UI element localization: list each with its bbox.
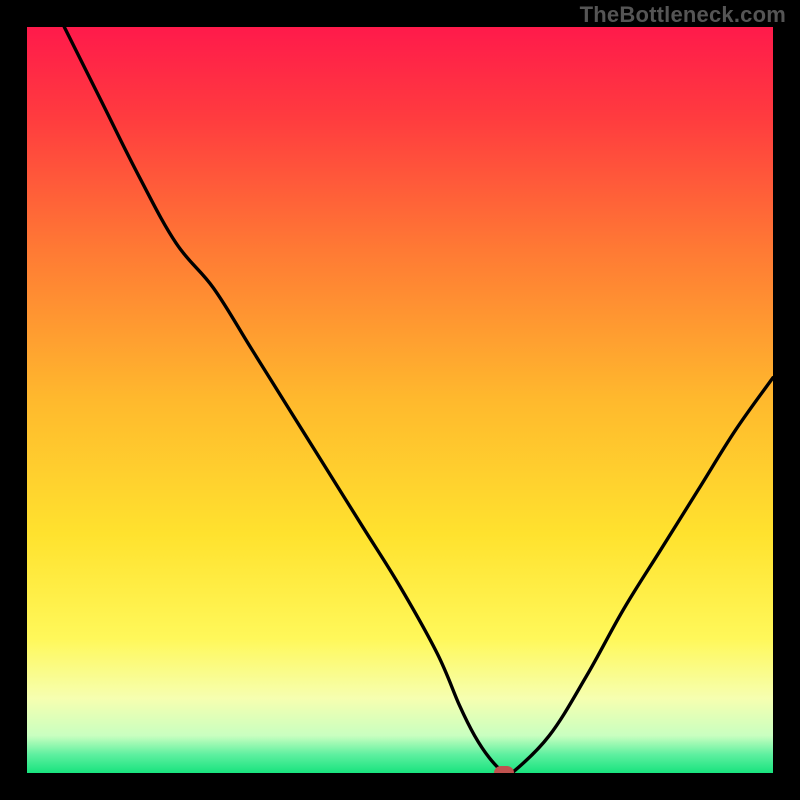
- optimal-marker: [494, 766, 514, 773]
- plot-area: [27, 27, 773, 773]
- bottleneck-curve: [27, 27, 773, 773]
- attribution-label: TheBottleneck.com: [580, 2, 786, 28]
- chart-frame: TheBottleneck.com: [0, 0, 800, 800]
- curve-path: [64, 27, 773, 773]
